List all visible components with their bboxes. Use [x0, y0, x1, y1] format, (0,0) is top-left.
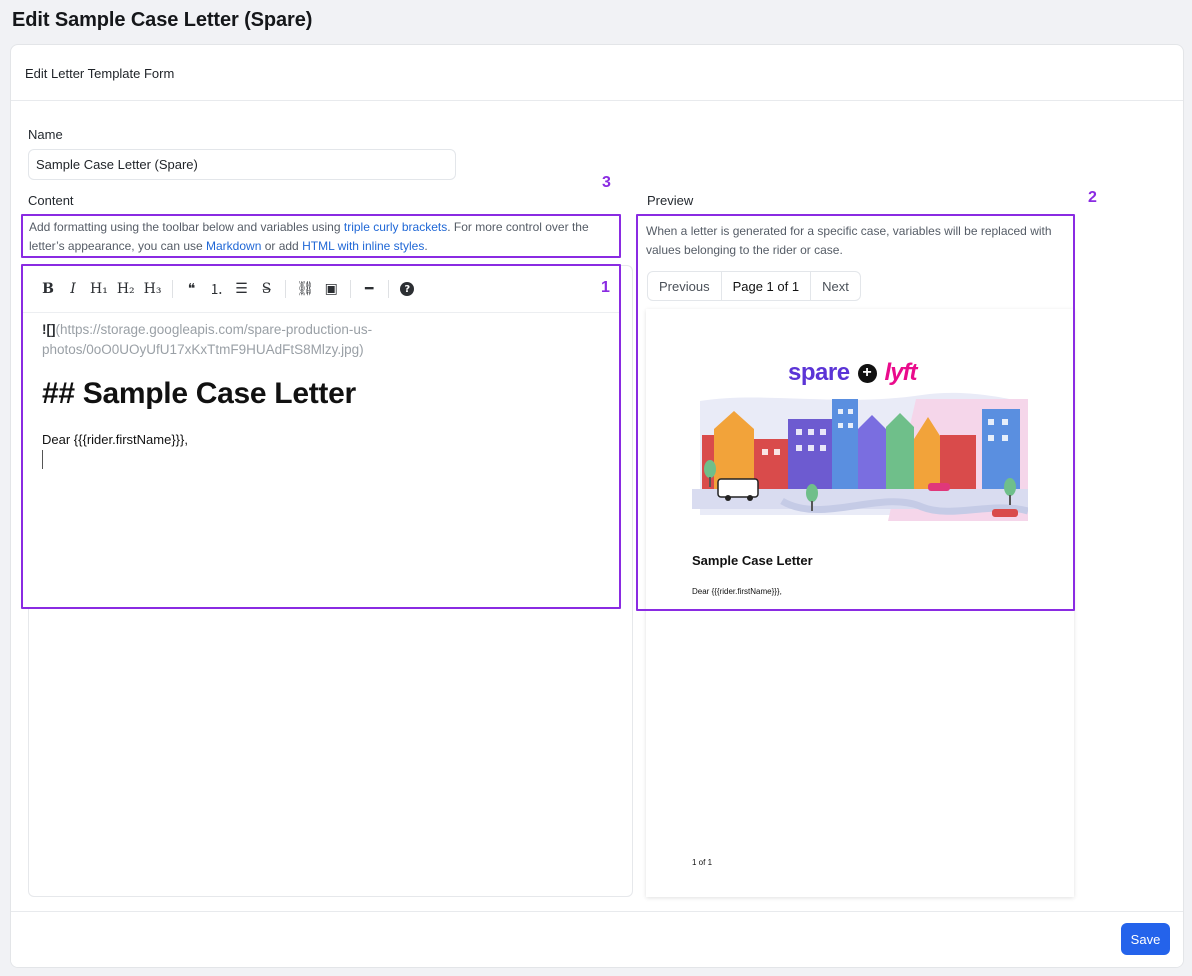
preview-page-number: 1 of 1	[692, 858, 713, 867]
triple-curly-brackets-link[interactable]: triple curly brackets	[344, 220, 447, 234]
toolbar-separator	[285, 280, 287, 298]
markdown-paragraph: Dear {{{rider.firstName}}},	[42, 432, 188, 447]
image-markdown-url: (https://storage.googleapis.com/spare-pr…	[42, 322, 373, 357]
help-icon[interactable]: ?	[400, 282, 415, 296]
preview-label: Preview	[647, 193, 694, 208]
quote-icon[interactable]: ❝	[180, 277, 202, 301]
help-part-3: or add	[261, 239, 303, 253]
image-markdown: ![](https://storage.googleapis.com/spare…	[42, 320, 609, 360]
heading-3-icon[interactable]: H₃	[141, 277, 165, 301]
toolbar-separator	[388, 280, 390, 298]
toolbar-separator	[350, 280, 352, 298]
markdown-link[interactable]: Markdown	[206, 239, 261, 253]
horizontal-rule-icon[interactable]: ━	[358, 277, 380, 301]
page-title: Edit Sample Case Letter (Spare)	[12, 9, 313, 31]
link-icon[interactable]: ⛓	[293, 277, 317, 301]
unordered-list-icon[interactable]: ☰	[230, 277, 252, 301]
card-footer: Save	[11, 911, 1183, 967]
markdown-heading: ## Sample Case Letter	[42, 377, 356, 410]
heading-1-icon[interactable]: H₁	[87, 277, 111, 301]
help-part-4: .	[424, 239, 428, 253]
annotation-1: 1	[601, 279, 610, 296]
name-input[interactable]	[28, 149, 456, 180]
italic-icon[interactable]: I	[62, 277, 84, 301]
toolbar-separator	[172, 280, 174, 298]
text-cursor	[42, 450, 43, 469]
annotation-2: 2	[1088, 189, 1097, 206]
bold-icon[interactable]: B	[37, 277, 59, 301]
html-inline-styles-link[interactable]: HTML with inline styles	[302, 239, 424, 253]
content-help-text: Add formatting using the toolbar below a…	[21, 214, 621, 258]
heading-2-icon[interactable]: H₂	[114, 277, 138, 301]
preview-highlight	[636, 214, 1075, 611]
card-header: Edit Letter Template Form	[11, 45, 1183, 101]
ordered-list-icon[interactable]: ⒈	[205, 277, 227, 301]
image-markdown-bang: ![]	[42, 322, 56, 337]
name-label: Name	[28, 127, 63, 142]
image-icon[interactable]: ▣	[320, 277, 342, 301]
editor-content[interactable]: ![](https://storage.googleapis.com/spare…	[42, 320, 609, 469]
save-button[interactable]: Save	[1121, 923, 1170, 955]
content-label: Content	[28, 193, 74, 208]
markdown-editor[interactable]: B I H₁ H₂ H₃ ❝ ⒈ ☰ S̶ ⛓ ▣ ━ ? ![](https:…	[21, 264, 621, 609]
help-part-1: Add formatting using the toolbar below a…	[29, 220, 344, 234]
form-card: Edit Letter Template Form Name Content 3…	[10, 44, 1184, 968]
strikethrough-icon[interactable]: S̶	[255, 277, 277, 301]
annotation-3: 3	[602, 174, 611, 191]
editor-toolbar: B I H₁ H₂ H₃ ❝ ⒈ ☰ S̶ ⛓ ▣ ━ ?	[23, 266, 619, 313]
